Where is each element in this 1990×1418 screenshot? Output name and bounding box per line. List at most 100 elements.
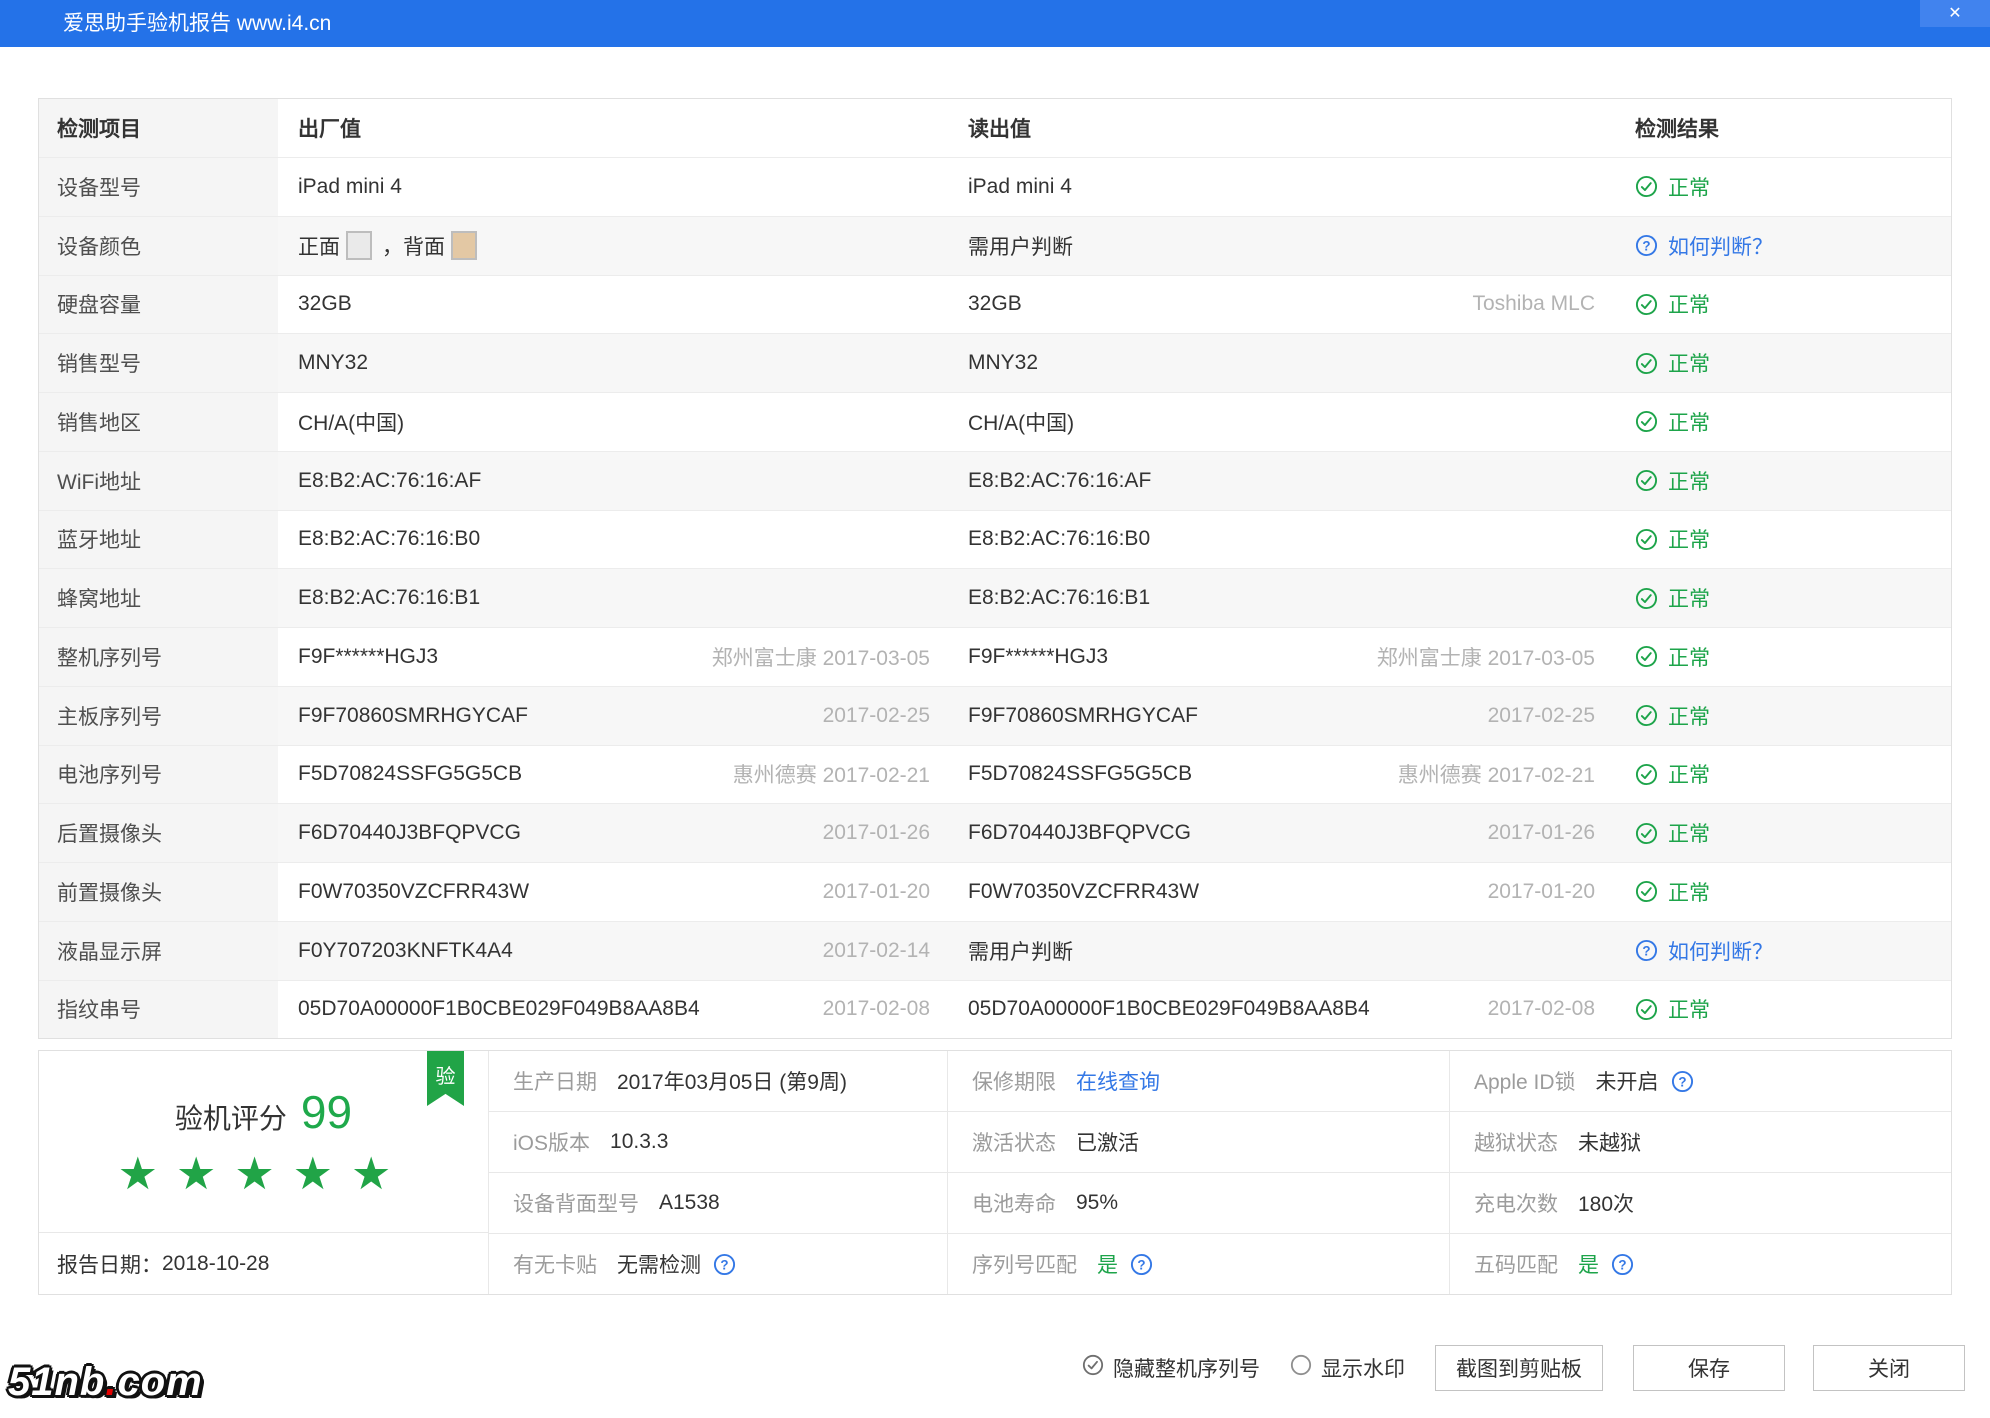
svg-text:?: ?	[1618, 1257, 1626, 1272]
info-label: 保修期限	[972, 1071, 1056, 1094]
close-button[interactable]: ✕	[1920, 0, 1990, 27]
cell-value: MNY32	[968, 351, 1039, 375]
row-read-value: F0W70350VZCFRR43W 2017-01-20	[948, 863, 1613, 921]
row-item-label: 整机序列号	[39, 628, 278, 686]
info-label: 激活状态	[972, 1132, 1056, 1155]
row-item-label: 销售地区	[39, 393, 278, 451]
table-row: 主板序列号 F9F70860SMRHGYCAF 2017-02-25 F9F708…	[39, 685, 1951, 745]
row-factory-value: 32GB	[278, 276, 948, 334]
row-item-label: 液晶显示屏	[39, 921, 278, 980]
row-item-label: 设备颜色	[39, 216, 278, 275]
how-to-judge-link[interactable]: 如何判断？	[1668, 231, 1773, 261]
color-swatch	[451, 231, 477, 261]
cell-value: F0W70350VZCFRR43W	[968, 879, 1200, 903]
color-swatch-label: 正面	[298, 235, 340, 259]
cell-value: F9F70860SMRHGYCAF	[298, 703, 528, 727]
row-result: ? 如何判断？	[1613, 921, 1951, 980]
show-watermark-radio[interactable]: 显示水印	[1290, 1353, 1405, 1383]
check-circle-icon	[1635, 293, 1658, 316]
info-label: 生产日期	[513, 1071, 597, 1094]
cell-value: F5D70824SSFG5G5CB	[298, 762, 523, 786]
table-row: 销售地区 CH/A(中国) CH/A(中国) 正常	[39, 392, 1951, 451]
row-result: 正常	[1613, 511, 1951, 569]
check-circle-icon	[1082, 1354, 1113, 1382]
help-icon[interactable]: ?	[1130, 1253, 1153, 1276]
result-normal-label: 正常	[1668, 411, 1710, 435]
row-item-label: 硬盘容量	[39, 275, 278, 334]
cell-note: 2017-02-08	[1487, 997, 1595, 1021]
table-row: 整机序列号 F9F******HGJ3 郑州富士康 2017-03-05 F9F*…	[39, 627, 1951, 686]
table-row: WiFi地址 E8:B2:AC:76:16:AF E8:B2:AC:76:16:…	[39, 450, 1951, 510]
info-cell: 五码匹配 是 ?	[1450, 1234, 1951, 1294]
row-item-label: WiFi地址	[39, 451, 278, 510]
cell-note: 2017-01-20	[1487, 879, 1595, 903]
title-bar: 爱思助手验机报告 www.i4.cn ✕	[0, 0, 1990, 47]
color-swatch-label: ，背面	[382, 235, 445, 259]
cell-value: F9F70860SMRHGYCAF	[968, 703, 1198, 727]
cell-note: 惠州德赛 2017-02-21	[1397, 764, 1595, 788]
cell-value: F6D70440J3BFQPVCG	[968, 821, 1191, 845]
help-icon[interactable]: ?	[1671, 1070, 1694, 1093]
score-value: 99	[300, 1085, 353, 1138]
check-circle-icon	[1635, 587, 1658, 610]
cell-value: E8:B2:AC:76:16:B1	[298, 586, 481, 610]
result-normal-label: 正常	[1668, 999, 1710, 1023]
row-read-value: E8:B2:AC:76:16:B1	[948, 569, 1613, 627]
check-circle-icon	[1635, 528, 1658, 551]
cell-value: CH/A(中国)	[298, 411, 405, 435]
row-item-label: 后置摄像头	[39, 804, 278, 862]
close-report-button[interactable]: 关闭	[1813, 1345, 1965, 1391]
check-circle-icon	[1635, 822, 1658, 845]
info-cell: 有无卡贴 无需检测 ?	[489, 1234, 947, 1294]
how-to-judge-link[interactable]: 如何判断？	[1668, 936, 1773, 966]
row-item-label: 设备型号	[39, 158, 278, 216]
row-factory-value: MNY32	[278, 334, 948, 392]
row-item-label: 电池序列号	[39, 745, 278, 804]
info-label: 充电次数	[1474, 1193, 1558, 1216]
info-label: 越狱状态	[1474, 1132, 1558, 1155]
svg-text:?: ?	[1642, 238, 1650, 253]
result-normal-label: 正常	[1668, 353, 1710, 377]
table-rows: 设备型号 iPad mini 4 iPad mini 4 正常 设备颜色 正面 ，…	[39, 157, 1951, 1039]
row-factory-value: iPad mini 4	[278, 158, 948, 216]
info-cell: 电池寿命 95%	[948, 1173, 1449, 1234]
check-circle-icon	[1635, 469, 1658, 492]
screenshot-to-clipboard-button[interactable]: 截图到剪贴板	[1435, 1345, 1603, 1391]
table-row: 蓝牙地址 E8:B2:AC:76:16:B0 E8:B2:AC:76:16:B0…	[39, 509, 1951, 569]
header-result: 检测结果	[1635, 118, 1719, 141]
row-result: 正常	[1613, 451, 1951, 510]
info-label: 设备背面型号	[513, 1193, 639, 1216]
row-factory-value: F9F70860SMRHGYCAF 2017-02-25	[278, 686, 948, 745]
cell-value: F6D70440J3BFQPVCG	[298, 821, 521, 845]
cell-note: 惠州德赛 2017-02-21	[732, 764, 930, 788]
row-factory-value: CH/A(中国)	[278, 393, 948, 451]
cell-note: 2017-02-08	[822, 997, 930, 1021]
info-label: 电池寿命	[972, 1193, 1056, 1216]
save-button[interactable]: 保存	[1633, 1345, 1785, 1391]
info-value[interactable]: 在线查询	[1076, 1066, 1160, 1096]
result-normal-label: 正常	[1668, 646, 1710, 670]
cell-value: 32GB	[968, 292, 1022, 316]
header-read-value: 读出值	[968, 118, 1031, 141]
report-date-value: 2018-10-28	[162, 1251, 270, 1275]
summary-section: 验机评分 99 ★★★★★ 验 报告日期： 2018-10-28 生产日期 20…	[38, 1050, 1952, 1295]
row-read-value: F5D70824SSFG5G5CB 惠州德赛 2017-02-21	[948, 746, 1613, 804]
row-read-value: E8:B2:AC:76:16:B0	[948, 511, 1613, 569]
info-cell: 生产日期 2017年03月05日 (第9周)	[489, 1051, 947, 1112]
table-row: 液晶显示屏 F0Y707203KNFTK4A4 2017-02-14 需用户判断 …	[39, 920, 1951, 980]
report-date: 报告日期： 2018-10-28	[39, 1233, 488, 1294]
info-value: A1538	[659, 1191, 720, 1214]
cell-note: 2017-01-26	[1487, 821, 1595, 845]
hide-serial-checkbox[interactable]: 隐藏整机序列号	[1082, 1353, 1260, 1383]
cell-value: 05D70A00000F1B0CBE029F049B8AA8B4	[298, 997, 700, 1021]
cell-value: MNY32	[298, 351, 369, 375]
help-icon[interactable]: ?	[1611, 1253, 1634, 1276]
header-item: 检测项目	[39, 99, 278, 157]
row-result: 正常	[1613, 804, 1951, 862]
help-icon[interactable]: ?	[713, 1253, 736, 1276]
check-circle-icon	[1635, 998, 1658, 1021]
info-cell: 激活状态 已激活	[948, 1112, 1449, 1173]
row-item-label: 蓝牙地址	[39, 510, 278, 569]
hide-serial-label: 隐藏整机序列号	[1113, 1358, 1260, 1381]
cell-note: 2017-02-25	[822, 703, 930, 727]
